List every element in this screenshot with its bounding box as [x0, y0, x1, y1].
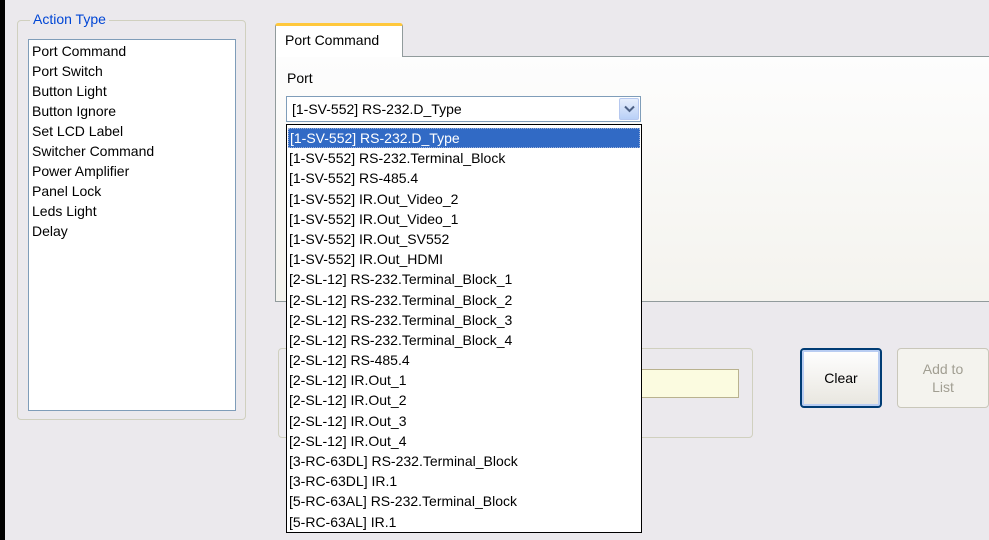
port-option[interactable]: [1-SV-552] IR.Out_Video_1 — [287, 209, 641, 229]
chevron-down-icon — [623, 105, 635, 113]
action-item-port-switch[interactable]: Port Switch — [29, 61, 235, 81]
port-option[interactable]: [1-SV-552] RS-485.4 — [287, 168, 641, 188]
port-option[interactable]: [2-SL-12] IR.Out_4 — [287, 431, 641, 451]
port-option[interactable]: [1-SV-552] IR.Out_Video_2 — [287, 189, 641, 209]
port-option[interactable]: [5-RC-63AL] RS-232.Terminal_Block — [287, 491, 641, 511]
port-option[interactable]: [3-RC-63DL] RS-232.Terminal_Block — [287, 451, 641, 471]
port-option[interactable]: [5-RC-63AL] IR.1 — [287, 512, 641, 532]
action-item-button-ignore[interactable]: Button Ignore — [29, 101, 235, 121]
port-label: Port — [287, 70, 313, 86]
action-item-power-amplifier[interactable]: Power Amplifier — [29, 161, 235, 181]
port-option[interactable]: [2-SL-12] IR.Out_3 — [287, 411, 641, 431]
action-item-switcher-command[interactable]: Switcher Command — [29, 141, 235, 161]
action-item-panel-lock[interactable]: Panel Lock — [29, 181, 235, 201]
action-item-delay[interactable]: Delay — [29, 221, 235, 241]
port-option[interactable]: [2-SL-12] RS-485.4 — [287, 350, 641, 370]
action-item-set-lcd-label[interactable]: Set LCD Label — [29, 121, 235, 141]
tab-port-command[interactable]: Port Command — [275, 23, 403, 57]
action-type-list[interactable]: Port Command Port Switch Button Light Bu… — [28, 39, 236, 411]
command-textbox[interactable] — [640, 369, 739, 398]
add-to-list-button: Add to List — [897, 348, 989, 408]
port-option[interactable]: [2-SL-12] IR.Out_1 — [287, 370, 641, 390]
port-combobox[interactable]: [1-SV-552] RS-232.D_Type — [286, 96, 641, 122]
port-dropdown-list[interactable]: [1-SV-552] RS-232.D_Type [1-SV-552] RS-2… — [286, 124, 642, 533]
port-option[interactable]: [1-SV-552] RS-232.D_Type — [288, 128, 640, 149]
window-left-border — [0, 0, 5, 540]
port-option[interactable]: [2-SL-12] RS-232.Terminal_Block_2 — [287, 290, 641, 310]
clear-button[interactable]: Clear — [800, 348, 882, 408]
port-option[interactable]: [1-SV-552] RS-232.Terminal_Block — [287, 148, 641, 168]
action-item-button-light[interactable]: Button Light — [29, 81, 235, 101]
action-item-leds-light[interactable]: Leds Light — [29, 201, 235, 221]
port-option[interactable]: [3-RC-63DL] IR.1 — [287, 471, 641, 491]
port-option[interactable]: [2-SL-12] RS-232.Terminal_Block_4 — [287, 330, 641, 350]
port-combobox-value: [1-SV-552] RS-232.D_Type — [292, 101, 462, 117]
action-type-title: Action Type — [30, 11, 109, 27]
port-option[interactable]: [2-SL-12] IR.Out_2 — [287, 390, 641, 410]
port-option[interactable]: [1-SV-552] IR.Out_SV552 — [287, 229, 641, 249]
port-option[interactable]: [1-SV-552] IR.Out_HDMI — [287, 249, 641, 269]
combo-dropdown-button[interactable] — [619, 98, 639, 120]
action-item-port-command[interactable]: Port Command — [29, 41, 235, 61]
port-option[interactable]: [2-SL-12] RS-232.Terminal_Block_3 — [287, 310, 641, 330]
port-option[interactable]: [2-SL-12] RS-232.Terminal_Block_1 — [287, 269, 641, 289]
